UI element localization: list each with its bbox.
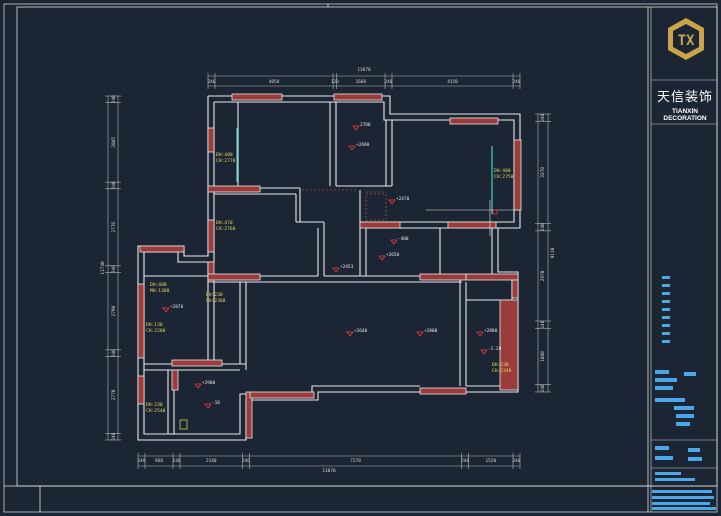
level-marker-icon — [162, 307, 170, 313]
dimension-segment: 960 — [155, 458, 163, 464]
title-block-fields — [652, 276, 716, 510]
inner-frame — [16, 6, 718, 487]
level-marker-icon — [204, 403, 212, 409]
annotation-line: DH:400 — [494, 168, 511, 174]
level-marker-icon — [480, 349, 488, 355]
level-label: +2650 — [386, 252, 400, 258]
dimension-segment: 120 — [331, 79, 339, 85]
level-label: 2700 — [360, 122, 371, 128]
level-marker-icon — [390, 239, 398, 245]
dimension-segment: 240 — [540, 223, 546, 231]
level-label: +2800 — [424, 328, 438, 334]
floor-plan-canvas: TX 13870240 4050 120 1660 240 4150 240 1… — [3, 3, 718, 513]
annotation-line: DH:480 — [150, 282, 167, 288]
dimension-segment: 240 — [138, 458, 146, 464]
annotation-line: CH:2540 — [146, 408, 166, 414]
brand-name-cn: 天信装饰 — [656, 89, 713, 104]
level-marker-icon — [416, 331, 424, 337]
level-label: +2690 — [356, 142, 370, 148]
level-marker-icon — [476, 331, 484, 337]
annotation-line: DH:470 — [216, 220, 233, 226]
room-annotations: DH:400 CH:2770 DH:400 CH:2750 DH:470 CH:… — [146, 152, 514, 414]
annotation-line: CH:2750 — [494, 174, 514, 180]
dimension-segment: 240 — [461, 458, 469, 464]
dimension-segment: 1860 — [540, 351, 546, 362]
door-openings — [302, 189, 387, 221]
dimension-segment: 240 — [111, 349, 117, 357]
level-label: +2900 — [202, 380, 216, 386]
dimension-segment: 2790 — [111, 306, 117, 317]
dimension-segment: 1660 — [356, 79, 367, 85]
dimension-segment: 240 — [111, 95, 117, 103]
dimension-segment: 240 — [540, 113, 546, 121]
dimension-total: 9110 — [550, 247, 556, 258]
annotation-line: MH:1380 — [150, 288, 170, 294]
dimension-total: 13870 — [357, 67, 371, 73]
dimension-segment: 240 — [513, 458, 521, 464]
dimension-segment: 2970 — [540, 270, 546, 281]
dimension-segment: 240 — [540, 320, 546, 328]
brand-logo-letters: TX — [678, 33, 695, 49]
dimension-segment: 240 — [540, 384, 546, 392]
dimension-segment: 240 — [513, 79, 521, 85]
level-label: +2470 — [396, 196, 410, 202]
dimension-segment: 2776 — [111, 222, 117, 233]
dimension-segment: 3370 — [540, 167, 546, 178]
marker-square — [492, 209, 498, 215]
level-label: -1.20 — [488, 346, 502, 352]
level-marker-icon — [194, 383, 202, 389]
dimension-segment: 4050 — [269, 79, 280, 85]
annotation-line: DH:130 — [146, 322, 163, 328]
level-label: +2453 — [340, 264, 354, 270]
dimension-segment: 4150 — [447, 79, 458, 85]
annotation-line: CH:2340 — [492, 368, 512, 374]
level-marker-icon — [346, 331, 354, 337]
level-marker-icon — [332, 267, 340, 273]
dimension-segment: 2140 — [206, 458, 217, 464]
dimension-segment: 240 — [385, 79, 393, 85]
annotation-line: DH:230 — [206, 292, 223, 298]
level-label: +2880 — [484, 328, 498, 334]
annotation-line: CH:2280 — [146, 328, 166, 334]
level-label: -10 — [212, 400, 220, 406]
annotation-line: DH:230 — [492, 362, 509, 368]
level-marker-icon — [352, 125, 360, 131]
dimension-total: 13870 — [322, 468, 336, 474]
glazing-lines — [236, 128, 493, 214]
level-marker-icon — [388, 199, 396, 205]
dimension-segment: 2770 — [111, 389, 117, 400]
brand-name-en: TIANXIN DECORATION — [663, 108, 707, 122]
level-marker-icon — [348, 145, 356, 151]
brand-logo: TX — [668, 18, 704, 60]
dimension-segment: 240 — [111, 265, 117, 273]
dimension-segment: 240 — [111, 432, 117, 440]
dimension-segment: 240 — [208, 79, 216, 85]
annotation-line: DH:400 — [216, 152, 233, 158]
dimension-segment: 240 — [242, 458, 250, 464]
annotation-line: CH:2360 — [206, 298, 226, 304]
dimension-segment: 7270 — [350, 458, 361, 464]
annotation-line: CH:2760 — [216, 226, 236, 232]
level-label: +2870 — [170, 304, 184, 310]
dimension-segment: 1520 — [486, 458, 497, 464]
level-label: +2640 — [354, 328, 368, 334]
annotation-line: DH:230 — [146, 402, 163, 408]
level-marker-icon — [378, 255, 386, 261]
dimension-segment: 2865 — [111, 137, 117, 148]
dimension-segment: 240 — [173, 458, 181, 464]
fixture-box — [179, 419, 188, 430]
level-label: -400 — [398, 236, 409, 242]
annotation-line: CH:2770 — [216, 158, 236, 164]
dimension-segment: 240 — [111, 181, 117, 189]
